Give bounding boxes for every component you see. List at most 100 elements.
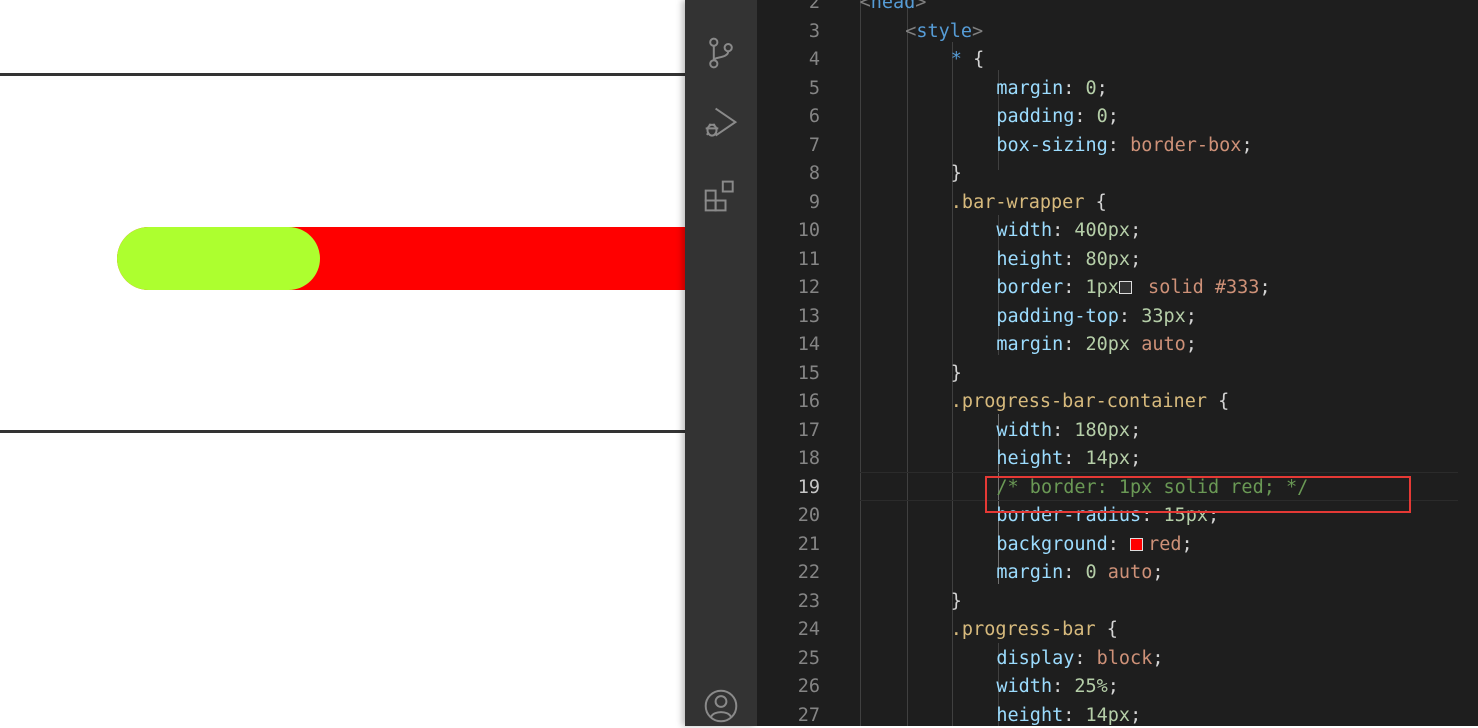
code-token: box-sizing	[996, 134, 1108, 156]
code-token: <	[859, 0, 871, 13]
code-line[interactable]: 5 margin: 0;	[757, 77, 1478, 99]
code-line[interactable]: 9 .bar-wrapper {	[757, 191, 1478, 213]
code-token: solid	[1136, 277, 1215, 298]
line-number: 13	[797, 305, 820, 327]
code-text: padding-top: 33px;	[996, 305, 1197, 327]
code-text: .progress-bar-container {	[951, 392, 1229, 412]
code-token: border-box	[1130, 134, 1242, 156]
line-number: 19	[797, 476, 820, 498]
code-line[interactable]: 7 box-sizing: border-box;	[757, 134, 1478, 156]
code-line[interactable]: 18 height: 14px;	[757, 449, 1478, 469]
browser-preview	[0, 0, 685, 726]
code-token: <	[905, 20, 917, 42]
code-token: :	[1107, 533, 1131, 555]
code-text: margin: 0 auto;	[996, 563, 1163, 583]
line-number: 3	[808, 20, 820, 42]
color-swatch[interactable]	[1130, 537, 1144, 551]
source-control-icon[interactable]	[701, 35, 741, 71]
code-line[interactable]: 12 border: 1px solid #333;	[757, 278, 1478, 298]
code-token: 180px	[1074, 419, 1131, 441]
code-line[interactable]: 23}	[757, 591, 1478, 612]
line-number: 7	[808, 134, 820, 156]
code-text: width: 25%;	[996, 677, 1119, 697]
code-line[interactable]: 4 * {	[757, 50, 1478, 70]
line-number: 2	[808, 0, 820, 13]
code-line[interactable]: 3 <style>	[757, 20, 1478, 42]
code-token: 0	[1085, 77, 1097, 99]
code-token: }	[950, 362, 962, 384]
code-token: background	[996, 533, 1108, 555]
code-line[interactable]: 16 .progress-bar-container {	[757, 392, 1478, 412]
code-token: *	[950, 49, 962, 70]
code-token: {	[1084, 191, 1107, 213]
line-number: 21	[797, 533, 820, 555]
code-token: ;	[1130, 448, 1142, 469]
extensions-icon[interactable]	[701, 178, 741, 214]
line-number: 11	[797, 248, 820, 270]
code-token: :	[1074, 106, 1097, 127]
code-token: >	[972, 20, 984, 42]
line-number: 24	[797, 619, 820, 640]
line-number: 20	[797, 505, 820, 526]
code-token: ;	[1185, 305, 1197, 327]
code-line[interactable]: 24 .progress-bar {	[757, 620, 1478, 640]
code-text: }	[951, 591, 962, 612]
code-text: .bar-wrapper {	[950, 191, 1107, 213]
line-number: 4	[808, 49, 820, 70]
code-token: padding-top	[996, 305, 1119, 327]
code-token: :	[1063, 704, 1086, 726]
code-token: :	[1063, 277, 1086, 298]
code-line[interactable]: 21 background: red;	[757, 533, 1478, 555]
code-text: * {	[951, 50, 984, 70]
code-text: margin: 20px auto;	[996, 335, 1197, 355]
code-line[interactable]: 11 height: 80px;	[757, 248, 1478, 270]
line-number: 10	[797, 220, 820, 241]
code-line[interactable]: 13 padding-top: 33px;	[757, 305, 1478, 327]
code-token: >	[915, 0, 927, 13]
code-line[interactable]: 15}	[757, 362, 1478, 384]
code-line[interactable]: 17 width: 180px;	[757, 419, 1478, 441]
code-line[interactable]: 26 width: 25%;	[757, 677, 1478, 697]
code-token: ;	[1130, 704, 1142, 726]
run-debug-icon[interactable]	[701, 105, 741, 141]
code-token: ;	[1259, 277, 1271, 298]
code-line[interactable]: 25 display: block;	[757, 647, 1478, 669]
account-icon[interactable]	[701, 688, 741, 724]
code-token: style	[916, 20, 973, 42]
color-swatch[interactable]	[1118, 281, 1132, 294]
code-token: ;	[1130, 220, 1142, 241]
code-text: width: 180px;	[996, 419, 1141, 441]
code-text: box-sizing: border-box;	[996, 134, 1252, 156]
line-number: 5	[808, 77, 820, 99]
code-token: ;	[1152, 562, 1164, 583]
code-token: auto	[1096, 562, 1153, 583]
code-editor[interactable]: 2 <head> 3 <style> 4 * {5 margin: 0; 6 padding: …	[757, 0, 1478, 726]
code-line[interactable]: 6 padding: 0;	[757, 107, 1478, 127]
code-token: :	[1063, 334, 1086, 355]
code-line[interactable]: 14 margin: 20px auto;	[757, 335, 1478, 355]
code-token: border	[996, 277, 1064, 298]
code-token: height	[996, 704, 1064, 726]
code-token: 25%	[1074, 676, 1108, 697]
code-line[interactable]: 8}	[757, 164, 1478, 184]
code-text: <style>	[905, 20, 984, 42]
code-token: #333	[1214, 277, 1260, 298]
code-token: ;	[1130, 248, 1142, 270]
code-token: :	[1118, 305, 1142, 327]
code-token: ;	[1181, 533, 1193, 555]
code-token: margin	[996, 334, 1064, 355]
code-token: .bar-wrapper	[950, 191, 1085, 213]
code-token: ;	[1185, 334, 1197, 355]
annotation-highlight-box	[985, 476, 1411, 513]
code-line[interactable]: 10 width: 400px;	[757, 221, 1478, 241]
line-number: 22	[797, 562, 820, 583]
line-number: 25	[797, 647, 820, 669]
code-token: width	[996, 419, 1053, 441]
code-line[interactable]: 2 <head>	[757, 0, 1478, 13]
code-line[interactable]: 27 height: 14px;	[757, 704, 1478, 726]
code-token: ;	[1096, 77, 1108, 99]
code-line[interactable]: 22 margin: 0 auto;	[757, 563, 1478, 583]
code-token: 0	[1096, 106, 1108, 127]
code-token: :	[1074, 647, 1097, 669]
code-token: :	[1052, 676, 1075, 697]
